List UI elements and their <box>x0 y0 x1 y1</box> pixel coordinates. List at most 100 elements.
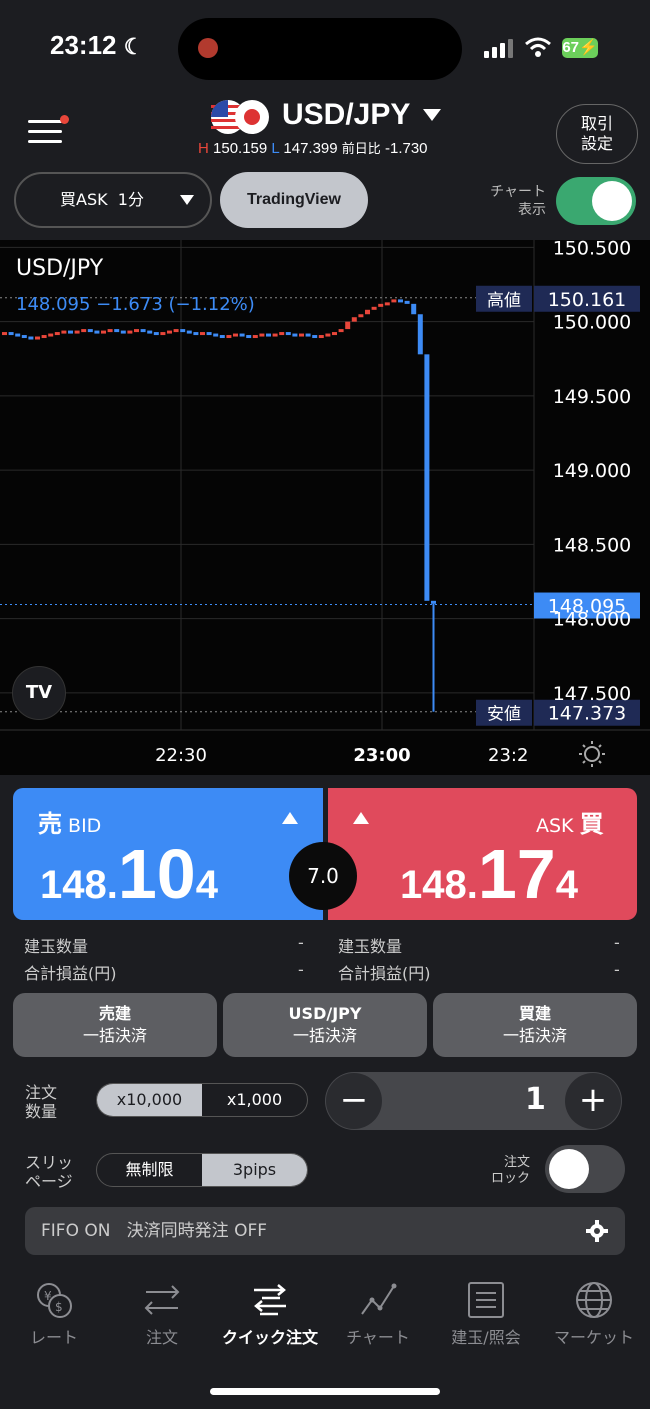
candle <box>74 330 80 334</box>
candle <box>292 333 298 337</box>
candle <box>411 303 417 315</box>
tab-rate[interactable]: ¥ $ レート <box>0 1280 108 1348</box>
fifo-settings-bar[interactable]: FIFO ON 決済同時発注 OFF <box>25 1207 625 1255</box>
candle <box>345 321 351 330</box>
svg-text:¥: ¥ <box>44 1289 52 1303</box>
order-qty-label: 注文 数量 <box>25 1083 58 1121</box>
order-lock-toggle[interactable] <box>545 1145 625 1193</box>
candle <box>200 332 205 336</box>
y-tick-label: 149.500 <box>553 386 632 408</box>
globe-icon <box>576 1282 612 1318</box>
ask-up-arrow-icon <box>353 812 369 824</box>
candle <box>404 300 410 304</box>
chart-display-toggle[interactable] <box>556 177 636 225</box>
status-time: 23:12 ☾ <box>50 30 144 60</box>
candle <box>48 333 54 337</box>
slippage-option-3pips[interactable]: 3pips <box>202 1154 307 1186</box>
candle <box>417 314 423 355</box>
bid-up-arrow-icon <box>282 812 298 824</box>
chevron-down-icon <box>180 195 194 205</box>
unit-option-10000[interactable]: x10,000 <box>97 1084 202 1116</box>
close-all-sell-button[interactable]: 売建 一括決済 <box>13 993 217 1057</box>
trade-settings-button[interactable]: 取引 設定 <box>556 104 638 164</box>
candle <box>358 314 364 318</box>
sell-pl-label: 合計損益(円) <box>24 964 117 983</box>
minus-icon[interactable]: − <box>326 1073 382 1129</box>
close-all-buy-button[interactable]: 買建 一括決済 <box>433 993 637 1057</box>
price-chart[interactable]: 高値 150.161 安値 147.373 148.095 150.500 150.000… <box>0 240 650 775</box>
slippage-segmented-control[interactable]: 無制限 3pips <box>96 1153 308 1187</box>
chart-pair-label: USD/JPY <box>16 256 104 281</box>
pair-dropdown-icon[interactable] <box>423 109 441 121</box>
candle <box>180 329 186 333</box>
sell-qty-value: - <box>298 933 304 952</box>
recording-indicator-icon <box>198 38 218 58</box>
candle <box>127 330 133 334</box>
close-all-pair-button[interactable]: USD/JPY 一括決済 <box>223 993 427 1057</box>
currency-exchange-icon: ¥ $ <box>37 1283 72 1318</box>
candle <box>206 332 212 336</box>
candle <box>8 332 14 336</box>
candle <box>378 303 384 307</box>
tab-order[interactable]: 注文 <box>108 1280 216 1348</box>
home-indicator <box>210 1388 440 1395</box>
tradingview-button[interactable]: TradingView <box>220 172 368 228</box>
buy-pl-value: - <box>614 960 620 979</box>
order-lock-label: 注文 ロック <box>490 1155 530 1186</box>
hamburger-menu-icon[interactable] <box>28 118 62 146</box>
candle <box>325 333 331 337</box>
candle <box>305 333 311 337</box>
gear-icon[interactable] <box>585 1219 609 1243</box>
brightness-icon[interactable] <box>578 740 606 768</box>
currency-flags-icon <box>211 100 269 134</box>
candle <box>61 330 67 334</box>
bid-price: 148.104 <box>40 835 218 913</box>
candle <box>94 330 100 334</box>
low-marker-value: 147.373 <box>548 703 627 725</box>
candle <box>81 329 87 333</box>
y-tick-label: 150.000 <box>553 312 632 334</box>
chart-line-icon <box>361 1283 397 1315</box>
ask-price: 148.174 <box>400 835 578 913</box>
candle <box>266 333 271 337</box>
buy-qty-label: 建玉数量 <box>338 937 403 956</box>
chart-toggle-label: チャート 表示 <box>490 184 546 218</box>
pair-title[interactable]: USD/JPY <box>282 98 410 132</box>
buy-pl-label: 合計損益(円) <box>338 964 431 983</box>
y-tick-label: 148.000 <box>553 609 632 631</box>
candle <box>332 332 337 336</box>
candle <box>114 329 120 333</box>
plus-icon[interactable]: + <box>565 1073 621 1129</box>
quantity-value[interactable]: 1 <box>525 1082 546 1117</box>
candle <box>140 329 146 333</box>
sell-qty-label: 建玉数量 <box>24 937 89 956</box>
candle <box>68 330 73 334</box>
candle <box>107 329 113 333</box>
candle <box>87 329 93 333</box>
unit-segmented-control[interactable]: x10,000 x1,000 <box>96 1083 308 1117</box>
tab-market[interactable]: マーケット <box>540 1280 648 1348</box>
chart-last-quote: 148.095 −1.673 (−1.12%) <box>16 294 255 315</box>
tradingview-logo-icon[interactable]: TV <box>12 666 66 720</box>
y-tick-label: 147.500 <box>553 683 632 705</box>
candle <box>54 332 60 336</box>
unit-option-1000[interactable]: x1,000 <box>202 1084 307 1116</box>
tab-quick-order[interactable]: クイック注文 <box>216 1280 324 1348</box>
candle <box>134 329 139 333</box>
candle <box>28 336 34 340</box>
slippage-option-unlimited[interactable]: 無制限 <box>97 1154 202 1186</box>
x-tick-label: 23:00 <box>353 745 410 766</box>
list-document-icon <box>468 1282 504 1318</box>
tab-chart[interactable]: チャート <box>324 1280 432 1348</box>
candle <box>398 299 403 303</box>
quantity-stepper[interactable]: − 1 + <box>325 1072 622 1130</box>
wifi-icon <box>525 37 551 57</box>
candle <box>160 332 166 336</box>
candle <box>101 330 106 334</box>
sell-pl-value: - <box>298 960 304 979</box>
candle <box>351 317 357 322</box>
buy-qty-value: - <box>614 933 620 952</box>
tab-positions[interactable]: 建玉/照会 <box>432 1280 540 1348</box>
candle <box>173 329 179 333</box>
x-tick-label: 23:2 <box>488 745 528 766</box>
